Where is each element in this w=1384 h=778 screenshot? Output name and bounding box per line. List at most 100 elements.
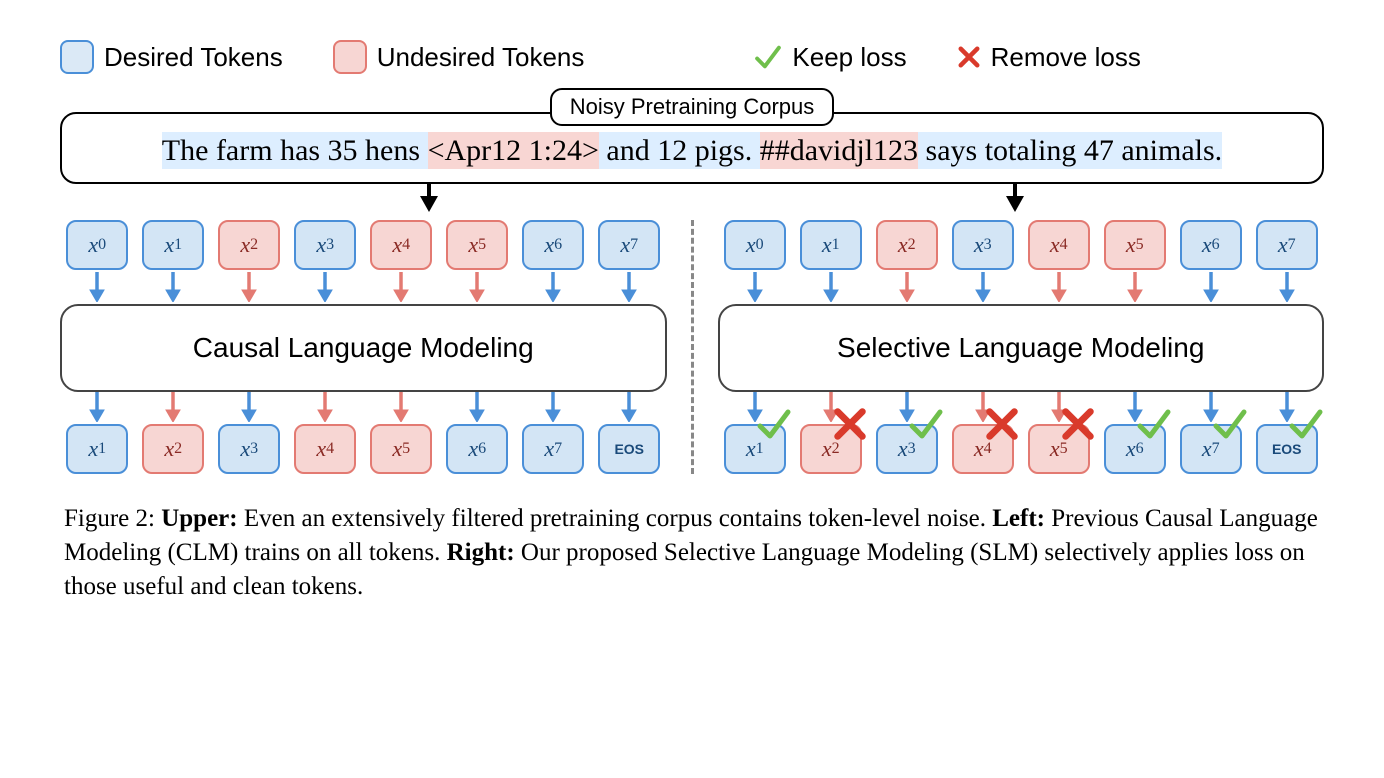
legend-remove: Remove loss bbox=[957, 42, 1141, 73]
arrow-below-icon bbox=[315, 272, 335, 302]
token-x3: x3 bbox=[952, 220, 1014, 270]
swatch-desired bbox=[60, 40, 94, 74]
panel-divider bbox=[691, 220, 694, 474]
caption-upper-text: Even an extensively filtered pretraining… bbox=[238, 505, 993, 532]
corpus-arrows bbox=[40, 184, 1344, 214]
figure-caption: Figure 2: Upper: Even an extensively fil… bbox=[64, 502, 1320, 603]
diagram-row: x0 x1 x2 x3 x4 x5 x6 x7 Causal Language Modelin… bbox=[60, 220, 1324, 474]
arrow-above-icon bbox=[391, 392, 411, 422]
corpus-title: Noisy Pretraining Corpus bbox=[550, 88, 835, 126]
caption-left-label: Left: bbox=[992, 505, 1045, 532]
slm-box: Selective Language Modeling bbox=[718, 304, 1325, 392]
token-x5: x5 bbox=[370, 424, 432, 474]
corpus-seg-4: ##davidjl123 bbox=[760, 132, 918, 169]
token-x2: x2 bbox=[142, 424, 204, 474]
token-x7: x7 bbox=[522, 424, 584, 474]
x-icon bbox=[832, 406, 868, 442]
arrow-above-icon bbox=[87, 392, 107, 422]
swatch-undesired bbox=[333, 40, 367, 74]
token-x7: x7 bbox=[1256, 220, 1318, 270]
arrow-below-icon bbox=[619, 272, 639, 302]
arrow-below-icon bbox=[745, 272, 765, 302]
arrow-above-icon bbox=[315, 392, 335, 422]
arrow-below-icon bbox=[1125, 272, 1145, 302]
check-icon bbox=[1136, 406, 1172, 442]
legend-desired: Desired Tokens bbox=[60, 40, 283, 74]
arrow-below-icon bbox=[897, 272, 917, 302]
arrow-down-left-icon bbox=[420, 196, 438, 212]
arrow-below-icon bbox=[1049, 272, 1069, 302]
check-icon bbox=[1288, 406, 1324, 442]
token-x3: x3 bbox=[876, 424, 938, 474]
legend-keep-label: Keep loss bbox=[792, 42, 906, 73]
corpus-seg-5: says totaling 47 animals. bbox=[918, 132, 1222, 169]
check-icon bbox=[1212, 406, 1248, 442]
arrow-below-icon bbox=[1277, 272, 1297, 302]
token-x4: x4 bbox=[294, 424, 356, 474]
token-x7: x7 bbox=[598, 220, 660, 270]
panel-right: x0 x1 x2 x3 x4 x5 x6 x7 Selective Language Mode… bbox=[718, 220, 1325, 474]
arrow-below-icon bbox=[467, 272, 487, 302]
token-x2: x2 bbox=[876, 220, 938, 270]
left-input-row: x0 x1 x2 x3 x4 x5 x6 x7 bbox=[60, 220, 667, 270]
token-eos: EOS bbox=[1256, 424, 1318, 474]
arrow-above-icon bbox=[619, 392, 639, 422]
token-x6: x6 bbox=[1180, 220, 1242, 270]
token-x6: x6 bbox=[522, 220, 584, 270]
legend: Desired Tokens Undesired Tokens Keep los… bbox=[40, 20, 1344, 84]
arrow-below-icon bbox=[543, 272, 563, 302]
token-x7: x7 bbox=[1180, 424, 1242, 474]
token-x1: x1 bbox=[66, 424, 128, 474]
x-icon bbox=[984, 406, 1020, 442]
caption-upper-label: Upper: bbox=[161, 505, 237, 532]
panel-left: x0 x1 x2 x3 x4 x5 x6 x7 Causal Language Modelin… bbox=[60, 220, 667, 474]
caption-right-label: Right: bbox=[447, 539, 515, 566]
token-x2: x2 bbox=[218, 220, 280, 270]
arrow-below-icon bbox=[87, 272, 107, 302]
corpus-seg-1: The farm has 35 hens bbox=[162, 132, 428, 169]
clm-box: Causal Language Modeling bbox=[60, 304, 667, 392]
token-x5: x5 bbox=[446, 220, 508, 270]
check-icon bbox=[908, 406, 944, 442]
arrow-below-icon bbox=[163, 272, 183, 302]
arrow-above-icon bbox=[163, 392, 183, 422]
x-icon bbox=[957, 45, 981, 69]
caption-figlabel: Figure 2: bbox=[64, 505, 155, 532]
right-input-row: x0 x1 x2 x3 x4 x5 x6 x7 bbox=[718, 220, 1325, 270]
check-icon bbox=[754, 43, 782, 71]
token-x1: x1 bbox=[800, 220, 862, 270]
token-x3: x3 bbox=[294, 220, 356, 270]
token-x6: x6 bbox=[446, 424, 508, 474]
token-x5: x5 bbox=[1028, 424, 1090, 474]
token-x1: x1 bbox=[724, 424, 786, 474]
token-x1: x1 bbox=[142, 220, 204, 270]
token-eos: EOS bbox=[598, 424, 660, 474]
arrow-above-icon bbox=[239, 392, 259, 422]
token-x5: x5 bbox=[1104, 220, 1166, 270]
arrow-below-icon bbox=[821, 272, 841, 302]
arrow-below-icon bbox=[1201, 272, 1221, 302]
token-x4: x4 bbox=[370, 220, 432, 270]
legend-remove-label: Remove loss bbox=[991, 42, 1141, 73]
token-x3: x3 bbox=[218, 424, 280, 474]
token-x2: x2 bbox=[800, 424, 862, 474]
legend-undesired-label: Undesired Tokens bbox=[377, 42, 585, 73]
arrow-above-icon bbox=[543, 392, 563, 422]
legend-undesired: Undesired Tokens bbox=[333, 40, 585, 74]
x-icon bbox=[1060, 406, 1096, 442]
arrow-below-icon bbox=[973, 272, 993, 302]
left-output-row: x1 x2 x3 x4 x5 x6 x7 EOS bbox=[60, 424, 667, 474]
right-output-row: x1 x2 x3 x4 x5 x6 x7 EOS bbox=[718, 424, 1325, 474]
arrow-above-icon bbox=[467, 392, 487, 422]
corpus-seg-2: <Apr12 1:24> bbox=[428, 132, 599, 169]
arrow-below-icon bbox=[239, 272, 259, 302]
token-x0: x0 bbox=[66, 220, 128, 270]
arrow-down-right-icon bbox=[1006, 196, 1024, 212]
corpus-seg-3: and 12 pigs. bbox=[599, 132, 760, 169]
token-x4: x4 bbox=[1028, 220, 1090, 270]
token-x4: x4 bbox=[952, 424, 1014, 474]
arrow-below-icon bbox=[391, 272, 411, 302]
token-x6: x6 bbox=[1104, 424, 1166, 474]
legend-desired-label: Desired Tokens bbox=[104, 42, 283, 73]
token-x0: x0 bbox=[724, 220, 786, 270]
